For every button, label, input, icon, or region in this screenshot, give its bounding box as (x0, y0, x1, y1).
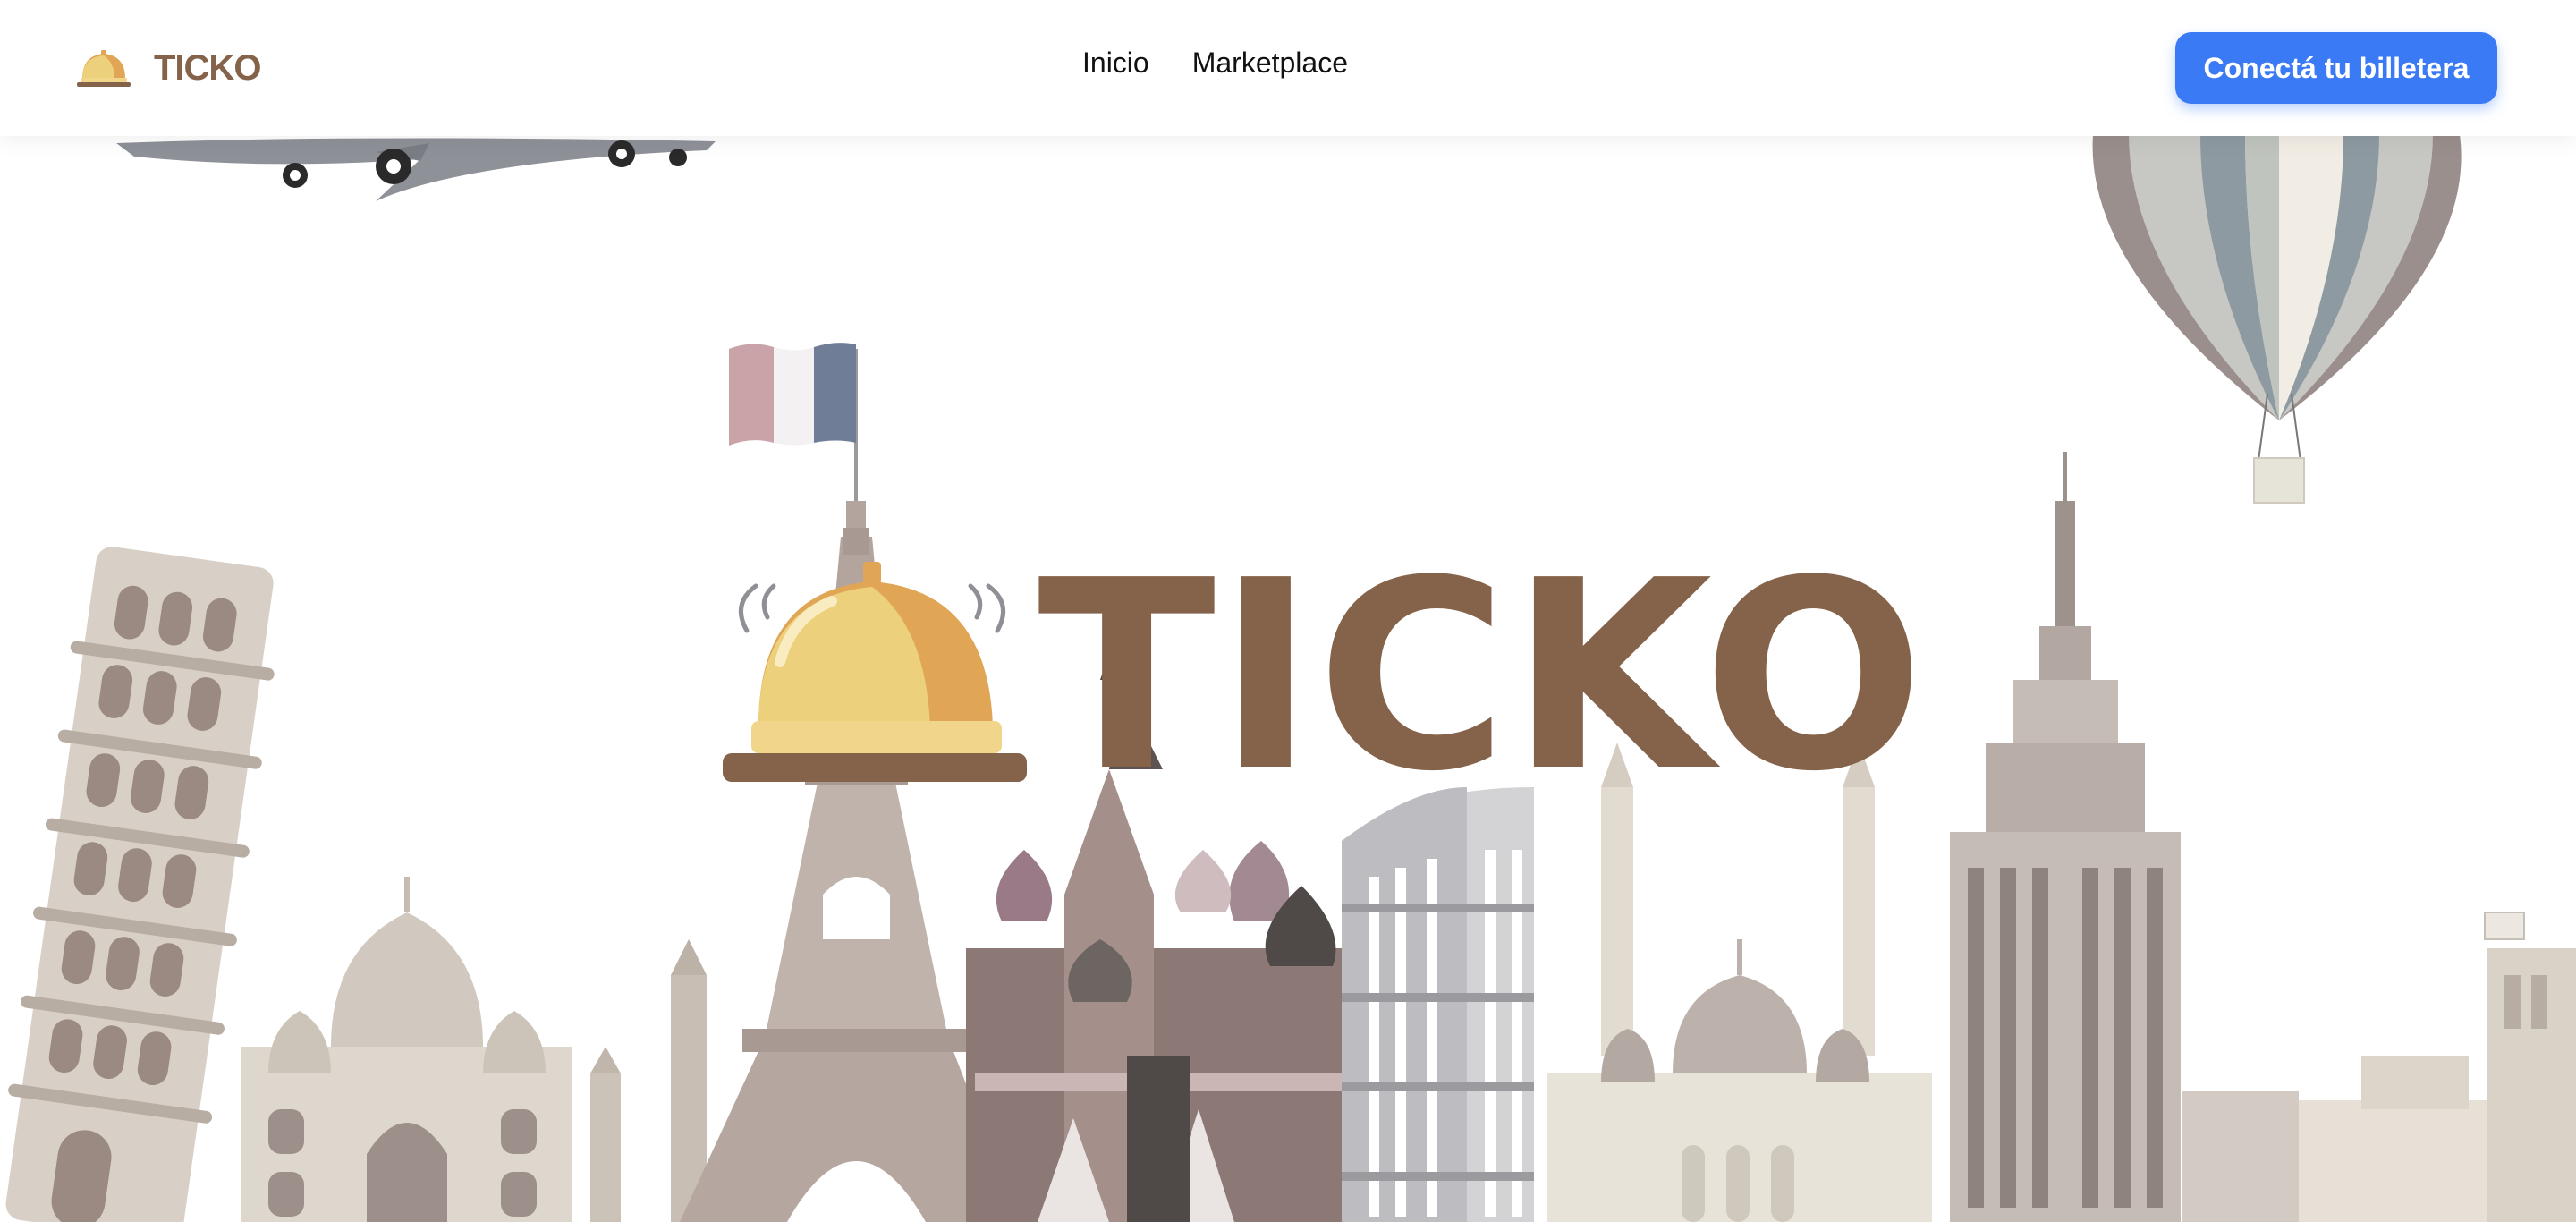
airplane-icon (116, 138, 716, 201)
brand-name: TICKO (154, 47, 261, 88)
nav-link-marketplace[interactable]: Marketplace (1192, 47, 1348, 80)
hot-air-balloon-icon (2092, 134, 2462, 504)
empire-state-building-icon (1950, 452, 2299, 1222)
service-bell-icon (77, 50, 131, 87)
taj-mahal-icon (242, 877, 707, 1222)
connect-wallet-button[interactable]: Conectá tu billetera (2175, 32, 2497, 104)
service-bell-icon (723, 562, 1027, 782)
city-buildings-icon (2299, 912, 2576, 1222)
flatiron-building-icon (1342, 787, 1534, 1222)
page: TICKO TICKO Inicio Marketplace Conectá t… (0, 0, 2576, 1222)
hero-title: TICKO (1038, 524, 1927, 828)
brand[interactable]: TICKO (77, 39, 261, 97)
main-nav: Inicio Marketplace (1082, 47, 1348, 80)
nav-link-inicio[interactable]: Inicio (1082, 47, 1149, 80)
top-navbar: TICKO Inicio Marketplace Conectá tu bill… (0, 0, 2576, 136)
french-flag-icon (729, 343, 858, 537)
